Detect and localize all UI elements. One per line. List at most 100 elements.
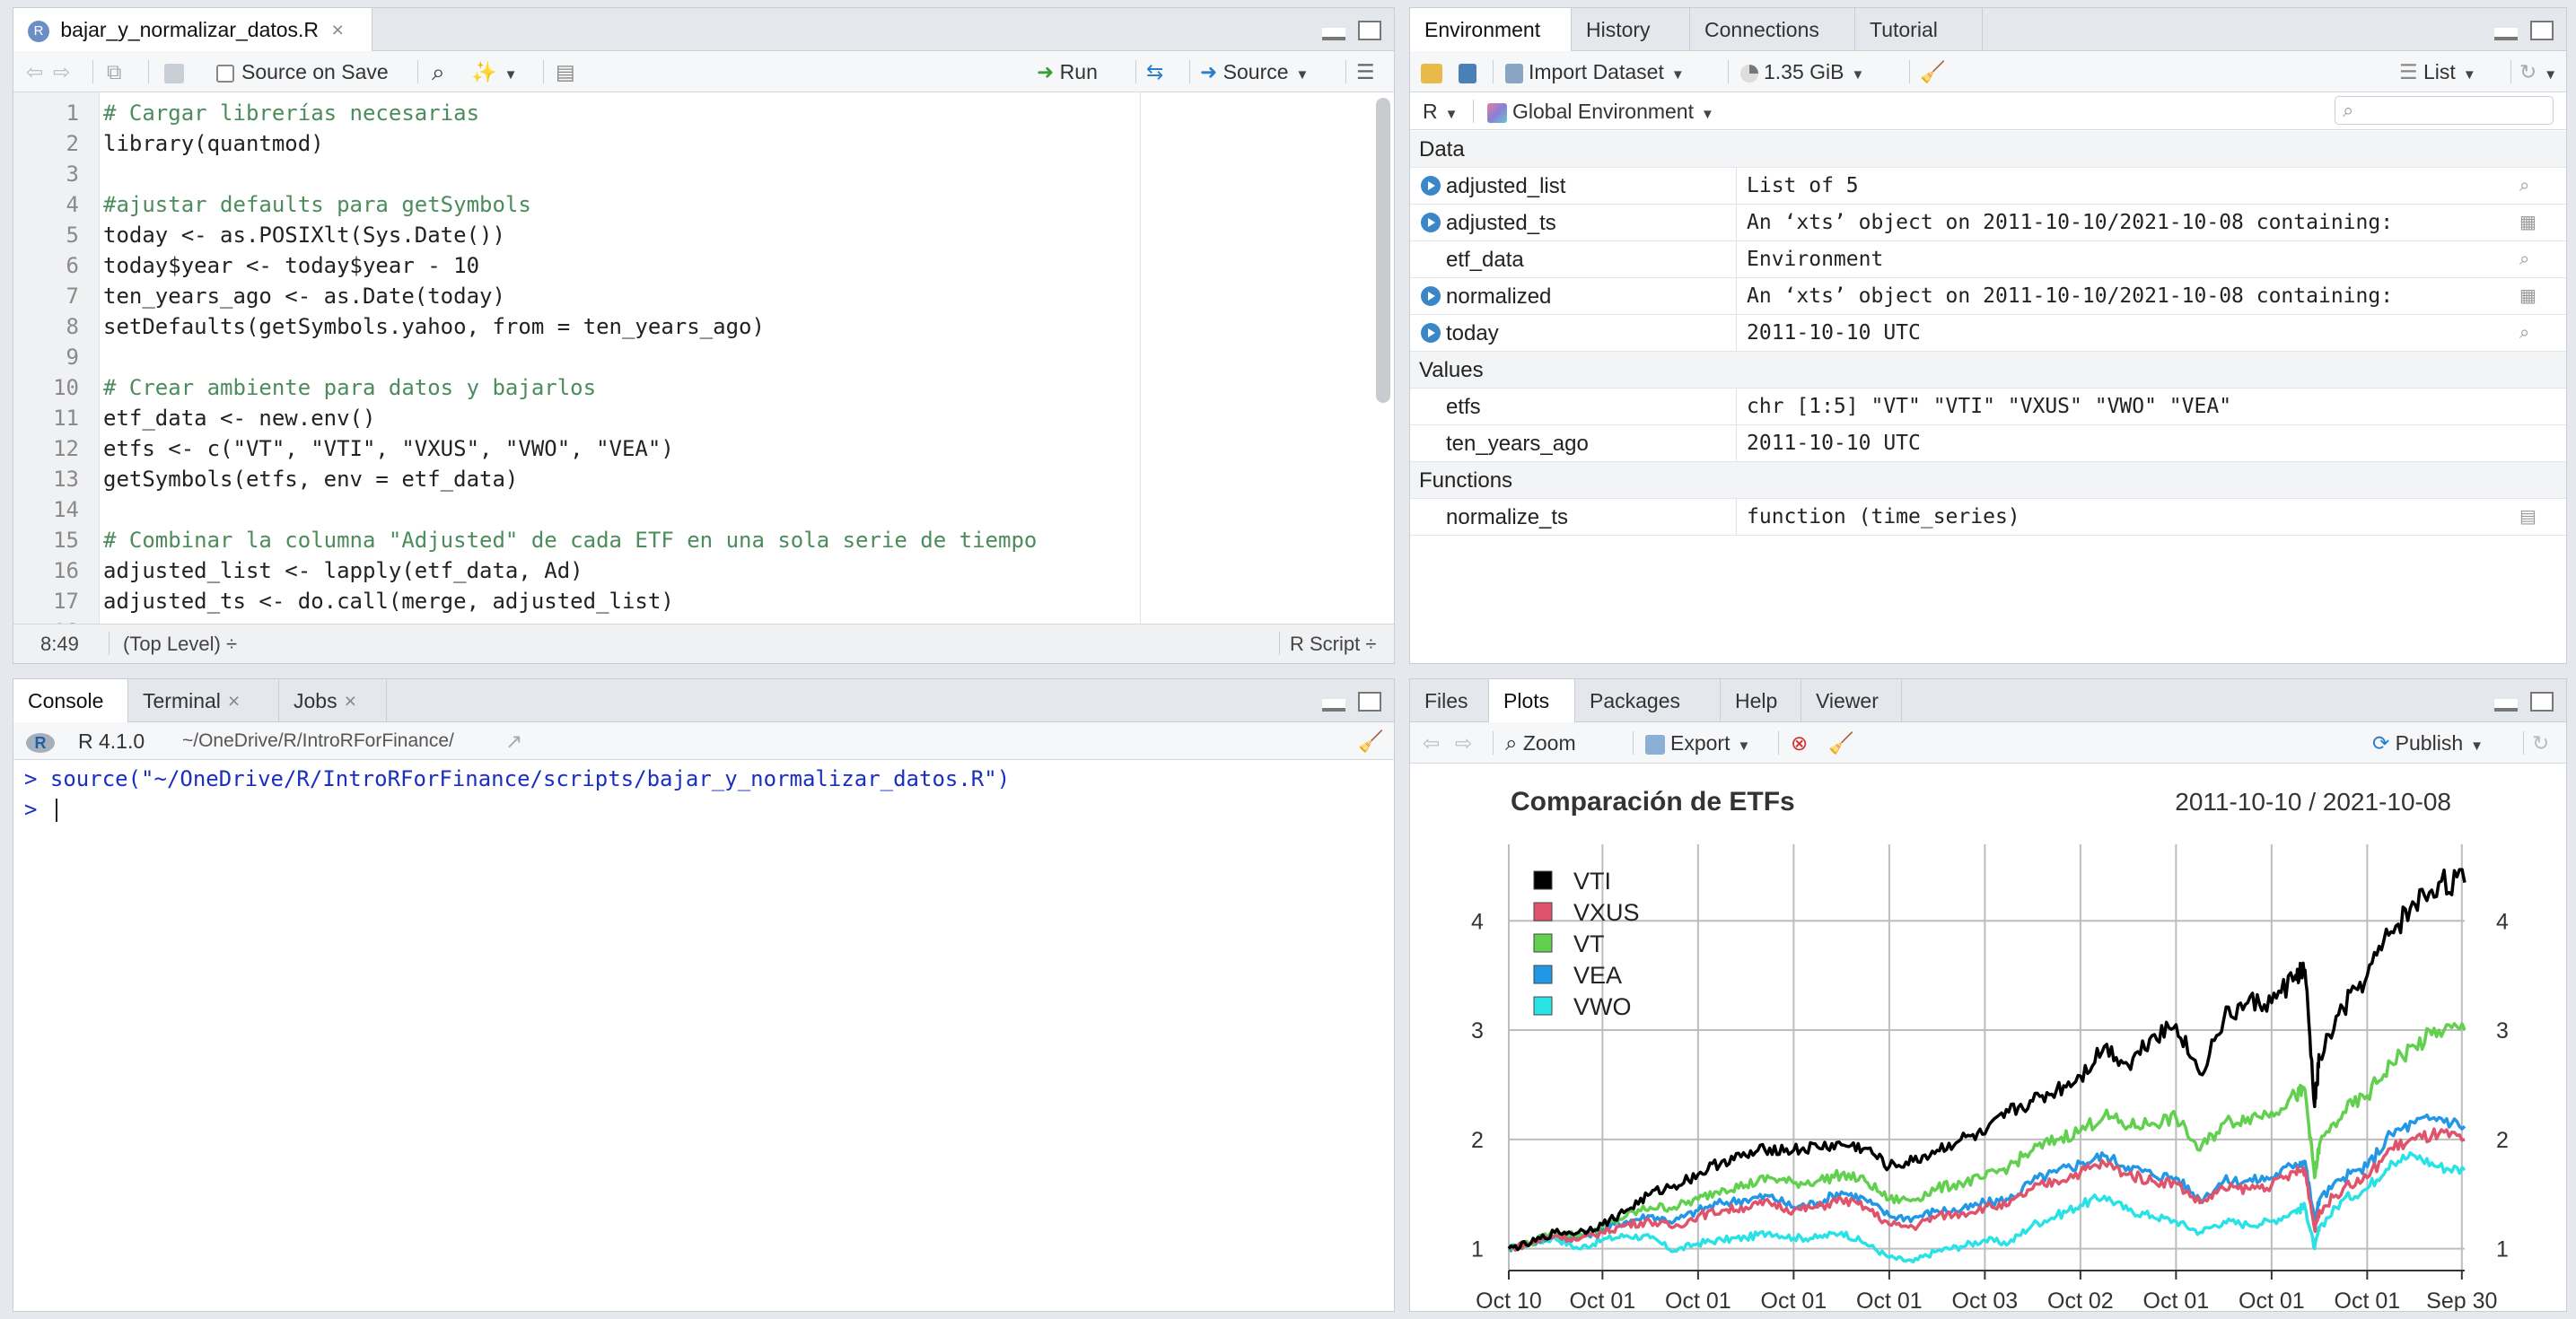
- code-line[interactable]: getSymbols(etfs, env = etf_data): [103, 464, 518, 494]
- console-output[interactable]: > source("~/OneDrive/R/IntroRForFinance/…: [13, 762, 1394, 1311]
- env-row[interactable]: adjusted_list List of 5 ⌕: [1410, 168, 2566, 205]
- code-line[interactable]: today$year <- today$year - 10: [103, 250, 479, 281]
- refresh-icon[interactable]: ↻: [2532, 722, 2549, 764]
- goto-directory-icon[interactable]: ↗: [505, 722, 522, 760]
- code-editor[interactable]: # Cargar librerías necesarias library(qua…: [103, 92, 1367, 624]
- maximize-icon[interactable]: [1358, 21, 1381, 40]
- console-row[interactable]: > source("~/OneDrive/R/IntroRForFinance/…: [24, 764, 1010, 794]
- tab-help[interactable]: Help: [1721, 679, 1801, 722]
- legend-swatch-vxus: [1533, 902, 1553, 922]
- console-pane: Console Terminal × Jobs × R R 4.1.0 ~/OneD…: [13, 678, 1395, 1312]
- maximize-icon[interactable]: [2530, 692, 2554, 712]
- run-button[interactable]: ➜ Run: [1037, 51, 1098, 92]
- remove-plot-icon[interactable]: ⊗: [1791, 722, 1808, 764]
- env-var-value: An ‘xts’ object on 2011-10-10/2021-10-08…: [1747, 211, 2394, 234]
- maximize-icon[interactable]: [2530, 21, 2554, 40]
- magic-wand-icon[interactable]: ✨ ▼: [471, 51, 518, 92]
- compile-report-icon[interactable]: ▤: [556, 51, 575, 92]
- console-row[interactable]: >: [24, 794, 57, 825]
- close-tab-icon[interactable]: ×: [331, 18, 343, 41]
- expand-icon[interactable]: [1421, 176, 1441, 196]
- expand-icon[interactable]: [1421, 323, 1441, 343]
- tab-console[interactable]: Console: [13, 679, 128, 723]
- source-button[interactable]: ➜ Source ▼: [1200, 51, 1309, 92]
- minimize-icon[interactable]: [1322, 28, 1345, 40]
- view-data-icon[interactable]: ▦: [2519, 214, 2539, 231]
- tab-environment[interactable]: Environment: [1410, 8, 1572, 52]
- code-line[interactable]: # Combinar la columna "Adjusted" de cada…: [103, 525, 1037, 555]
- tab-plots[interactable]: Plots: [1489, 679, 1575, 723]
- code-line[interactable]: #ajustar defaults para getSymbols: [103, 189, 531, 220]
- previous-plot-icon[interactable]: ⇦: [1423, 722, 1440, 764]
- code-line[interactable]: etfs <- c("VT", "VTI", "VXUS", "VWO", "V…: [103, 433, 674, 464]
- import-dataset-button[interactable]: Import Dataset ▼: [1505, 51, 1685, 92]
- expand-icon[interactable]: [1421, 286, 1441, 306]
- clear-console-icon[interactable]: 🧹: [1358, 722, 1384, 760]
- scope-selector[interactable]: (Top Level) ÷: [123, 625, 237, 663]
- view-data-icon[interactable]: ▦: [2519, 287, 2539, 305]
- env-var-name: normalize_ts: [1446, 505, 1569, 529]
- refresh-icon[interactable]: ↻ ▼: [2519, 51, 2557, 92]
- tab-packages[interactable]: Packages: [1575, 679, 1721, 722]
- tab-history[interactable]: History: [1572, 8, 1690, 51]
- env-row[interactable]: etfs chr [1:5] "VT" "VTI" "VXUS" "VWO" "V…: [1410, 389, 2566, 425]
- env-row[interactable]: etf_data Environment ⌕: [1410, 241, 2566, 278]
- environment-search-input[interactable]: ⌕: [2335, 96, 2554, 125]
- show-in-window-icon[interactable]: ⧉: [107, 51, 121, 92]
- outline-icon[interactable]: ☰: [1356, 51, 1375, 92]
- close-tab-icon[interactable]: ×: [345, 689, 356, 712]
- env-row[interactable]: normalized An ‘xts’ object on 2011-10-10/…: [1410, 278, 2566, 315]
- minimize-icon[interactable]: [2494, 699, 2518, 712]
- view-mode-selector[interactable]: ☰ List ▼: [2399, 51, 2476, 92]
- tab-terminal[interactable]: Terminal ×: [128, 679, 279, 722]
- tab-connections[interactable]: Connections: [1690, 8, 1855, 51]
- file-type-selector[interactable]: R Script ÷: [1290, 625, 1376, 663]
- view-search-icon[interactable]: ⌕: [2519, 324, 2539, 342]
- load-workspace-icon[interactable]: [1421, 51, 1448, 92]
- code-line[interactable]: adjusted_list <- lapply(etf_data, Ad): [103, 555, 583, 586]
- next-plot-icon[interactable]: ⇨: [1455, 722, 1472, 764]
- export-button[interactable]: Export ▼: [1645, 722, 1750, 764]
- tab-files[interactable]: Files: [1410, 679, 1489, 722]
- code-line[interactable]: # Crear ambiente para datos y bajarlos: [103, 372, 596, 403]
- source-on-save-checkbox[interactable]: Source on Save: [216, 51, 389, 92]
- tab-source-file[interactable]: R bajar_y_normalizar_datos.R ×: [13, 8, 372, 52]
- view-search-icon[interactable]: ⌕: [2519, 177, 2539, 195]
- code-line[interactable]: library(quantmod): [103, 128, 324, 159]
- code-line[interactable]: ten_years_ago <- as.Date(today): [103, 281, 505, 311]
- editor-scrollbar[interactable]: [1376, 98, 1390, 403]
- code-line[interactable]: # Cargar librerías necesarias: [103, 98, 479, 128]
- code-line[interactable]: etf_data <- new.env(): [103, 403, 375, 433]
- env-row[interactable]: normalize_ts function (time_series) ▤: [1410, 499, 2566, 536]
- broom-icon[interactable]: 🧹: [1828, 722, 1854, 764]
- view-function-icon[interactable]: ▤: [2519, 508, 2539, 526]
- minimize-icon[interactable]: [1322, 699, 1345, 712]
- working-directory[interactable]: ~/OneDrive/R/IntroRForFinance/: [182, 722, 454, 760]
- save-workspace-icon[interactable]: [1459, 51, 1482, 92]
- expand-icon[interactable]: [1421, 213, 1441, 232]
- memory-usage-button[interactable]: 1.35 GiB ▼: [1740, 51, 1864, 92]
- env-row[interactable]: adjusted_ts An ‘xts’ object on 2011-10-10…: [1410, 205, 2566, 241]
- forward-arrow-icon[interactable]: ⇨: [53, 51, 70, 92]
- search-icon[interactable]: ⌕: [432, 51, 445, 92]
- save-icon[interactable]: [164, 51, 189, 92]
- env-row[interactable]: today 2011-10-10 UTC ⌕: [1410, 315, 2566, 352]
- broom-icon[interactable]: 🧹: [1920, 51, 1946, 92]
- tab-viewer[interactable]: Viewer: [1801, 679, 1902, 722]
- back-arrow-icon[interactable]: ⇦: [26, 51, 43, 92]
- maximize-icon[interactable]: [1358, 692, 1381, 712]
- scope-selector[interactable]: Global Environment ▼: [1487, 92, 1714, 130]
- rerun-icon[interactable]: ⇆: [1146, 51, 1163, 92]
- code-line[interactable]: today <- as.POSIXlt(Sys.Date()): [103, 220, 505, 250]
- minimize-icon[interactable]: [2494, 28, 2518, 40]
- zoom-button[interactable]: ⌕ Zoom: [1505, 722, 1576, 764]
- env-row[interactable]: ten_years_ago 2011-10-10 UTC: [1410, 425, 2566, 462]
- close-tab-icon[interactable]: ×: [228, 689, 240, 712]
- code-line[interactable]: setDefaults(getSymbols.yahoo, from = ten…: [103, 311, 765, 342]
- tab-tutorial[interactable]: Tutorial: [1855, 8, 1983, 51]
- view-search-icon[interactable]: ⌕: [2519, 250, 2539, 268]
- language-selector[interactable]: R ▼: [1423, 92, 1458, 130]
- publish-button[interactable]: ⟳ Publish ▼: [2372, 722, 2484, 764]
- code-line[interactable]: adjusted_ts <- do.call(merge, adjusted_l…: [103, 586, 674, 616]
- tab-jobs[interactable]: Jobs ×: [279, 679, 387, 722]
